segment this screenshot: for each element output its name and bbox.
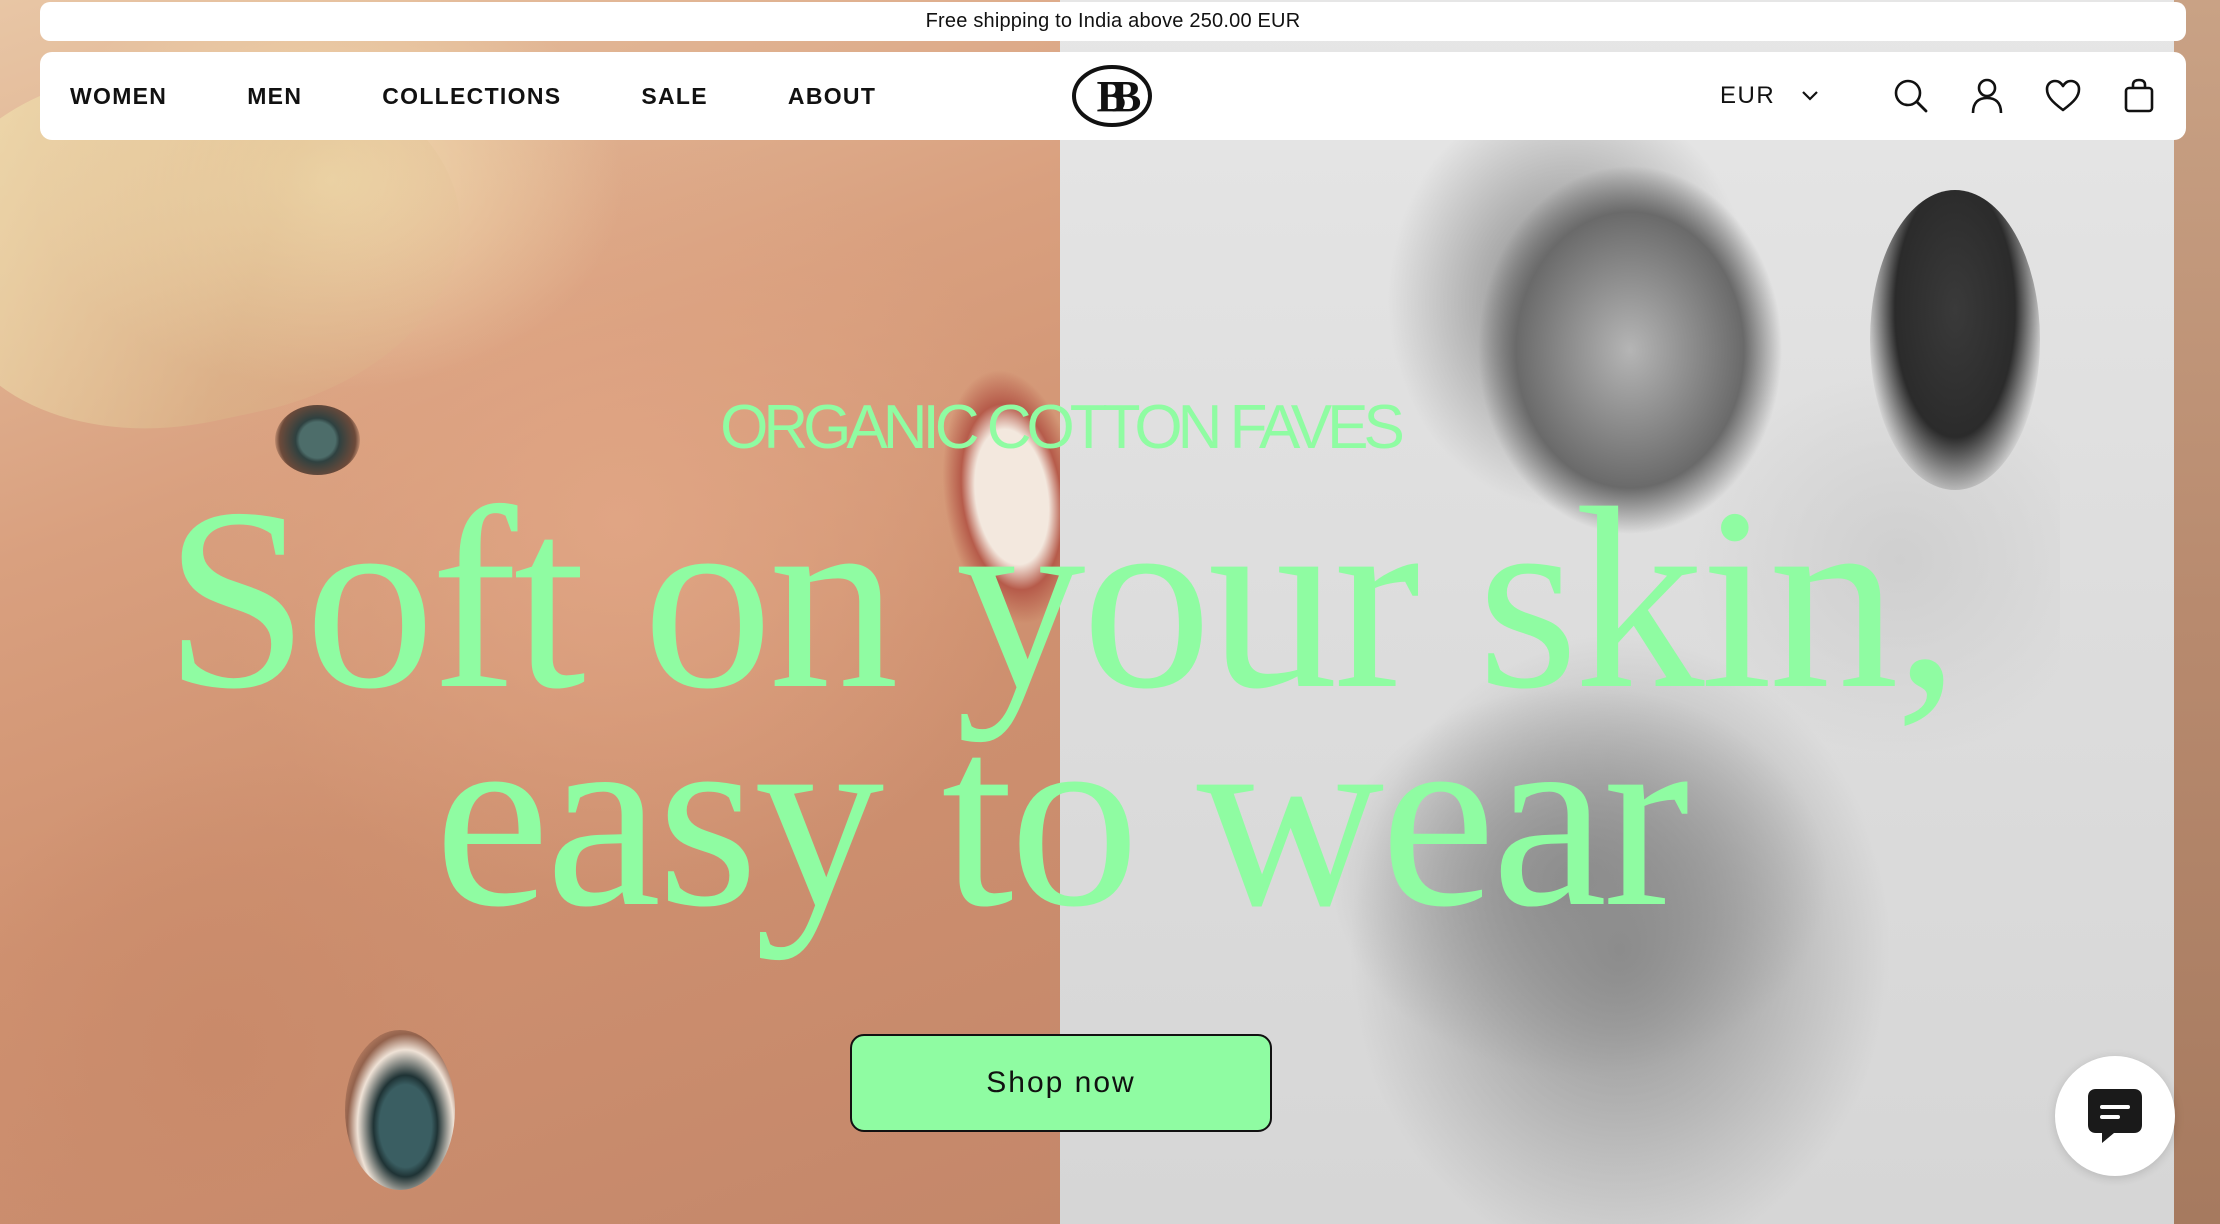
hero-headline: Soft on your skin, easy to wear bbox=[0, 469, 2120, 947]
cart-bag-icon[interactable] bbox=[2120, 77, 2158, 115]
account-icon[interactable] bbox=[1968, 77, 2006, 115]
currency-selector[interactable]: EUR bbox=[1720, 78, 1819, 114]
currency-value: EUR bbox=[1720, 82, 1776, 109]
chevron-down-icon bbox=[1802, 91, 1818, 101]
chat-icon bbox=[2088, 1089, 2142, 1143]
chat-launcher[interactable] bbox=[2055, 1056, 2175, 1176]
wishlist-heart-icon[interactable] bbox=[2044, 77, 2082, 115]
bb-monogram-logo[interactable]: BB bbox=[1072, 64, 1155, 128]
hero-image-next-slide bbox=[2174, 0, 2220, 1224]
announcement-bar: Free shipping to India above 250.00 EUR bbox=[40, 2, 2186, 41]
nav-item-women[interactable]: WOMEN bbox=[70, 83, 167, 110]
main-nav: WOMEN MEN COLLECTIONS SALE ABOUT bbox=[70, 52, 956, 140]
nav-item-about[interactable]: ABOUT bbox=[788, 83, 876, 110]
site-header: WOMEN MEN COLLECTIONS SALE ABOUT BB EUR bbox=[40, 52, 2186, 140]
nav-item-men[interactable]: MEN bbox=[247, 83, 302, 110]
nav-item-collections[interactable]: COLLECTIONS bbox=[382, 83, 561, 110]
svg-text:BB: BB bbox=[1097, 72, 1141, 121]
hero-eyebrow: ORGANIC COTTON FAVES bbox=[720, 393, 1405, 462]
hero-image-eye bbox=[345, 1030, 455, 1190]
search-icon[interactable] bbox=[1892, 77, 1930, 115]
announcement-text: Free shipping to India above 250.00 EUR bbox=[925, 10, 1301, 32]
shop-now-button[interactable]: Shop now bbox=[850, 1034, 1272, 1132]
nav-item-sale[interactable]: SALE bbox=[641, 83, 708, 110]
